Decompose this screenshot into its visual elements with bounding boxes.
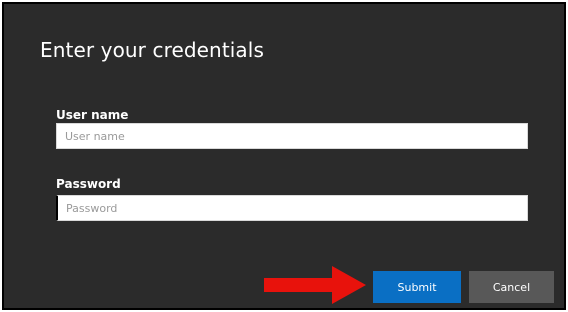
username-input[interactable] (56, 123, 528, 149)
password-label: Password (56, 177, 121, 191)
dialog-title: Enter your credentials (40, 38, 264, 62)
username-label: User name (56, 108, 129, 122)
password-input[interactable] (56, 195, 528, 221)
submit-button[interactable]: Submit (373, 271, 461, 303)
cancel-button[interactable]: Cancel (469, 271, 554, 303)
right-arrow-icon (264, 266, 366, 304)
